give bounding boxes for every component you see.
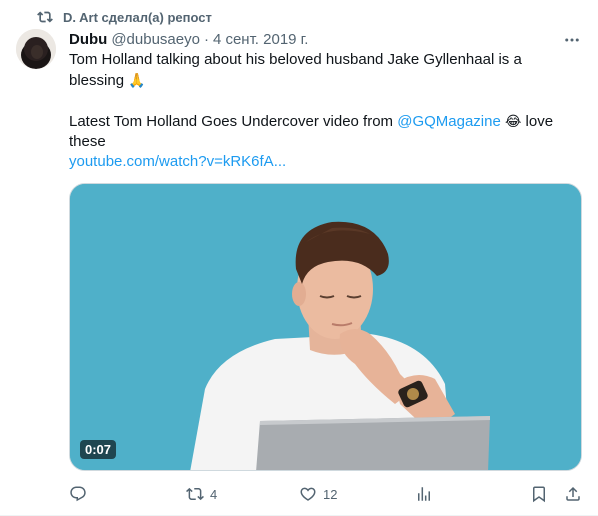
tweet[interactable]: D. Art сделал(а) репост Dubu @dubusaeyo … — [0, 0, 598, 516]
header-separator: · — [203, 30, 209, 48]
retweet-count: 4 — [210, 486, 218, 502]
like-button[interactable]: 12 — [299, 484, 337, 504]
repost-indicator: D. Art сделал(а) репост — [37, 8, 212, 26]
like-count: 12 — [323, 486, 338, 502]
pray-emoji: 🙏 — [128, 72, 146, 88]
video-duration: 0:07 — [80, 440, 117, 459]
views-icon — [418, 487, 430, 501]
video-player[interactable]: 0:07 — [69, 183, 582, 471]
mention-link[interactable]: @GQMagazine — [397, 113, 501, 130]
tweet-date[interactable]: 4 сент. 2019 г. — [213, 31, 309, 48]
share-button[interactable] — [564, 484, 582, 504]
laugh-emoji: 😂 — [505, 113, 522, 129]
retweet-button[interactable]: 4 — [186, 484, 217, 504]
tweet-header: Dubu @dubusaeyo · 4 сент. 2019 г. — [69, 29, 552, 49]
video-thumbnail — [70, 184, 581, 470]
author-handle[interactable]: @dubusaeyo — [111, 31, 200, 48]
reply-icon — [70, 486, 86, 502]
more-options-button[interactable] — [562, 30, 582, 50]
bookmark-button[interactable] — [530, 484, 548, 504]
url-link[interactable]: youtube.com/watch?v=kRK6fA... — [69, 153, 286, 170]
repost-label[interactable]: D. Art сделал(а) репост — [63, 10, 212, 25]
retweet-icon — [186, 487, 204, 501]
reply-button[interactable] — [69, 484, 87, 504]
author-name[interactable]: Dubu — [69, 31, 107, 48]
repost-icon — [37, 11, 53, 23]
tweet-line2-prefix: Latest Tom Holland Goes Undercover video… — [69, 113, 398, 130]
more-icon — [565, 38, 579, 42]
action-bar: 4 12 — [69, 484, 582, 504]
tweet-text: Tom Holland talking about his beloved hu… — [69, 50, 569, 172]
avatar[interactable] — [16, 29, 56, 69]
bookmark-icon — [533, 486, 545, 503]
views-button[interactable] — [415, 484, 433, 504]
heart-icon — [300, 487, 316, 501]
share-icon — [566, 486, 580, 501]
